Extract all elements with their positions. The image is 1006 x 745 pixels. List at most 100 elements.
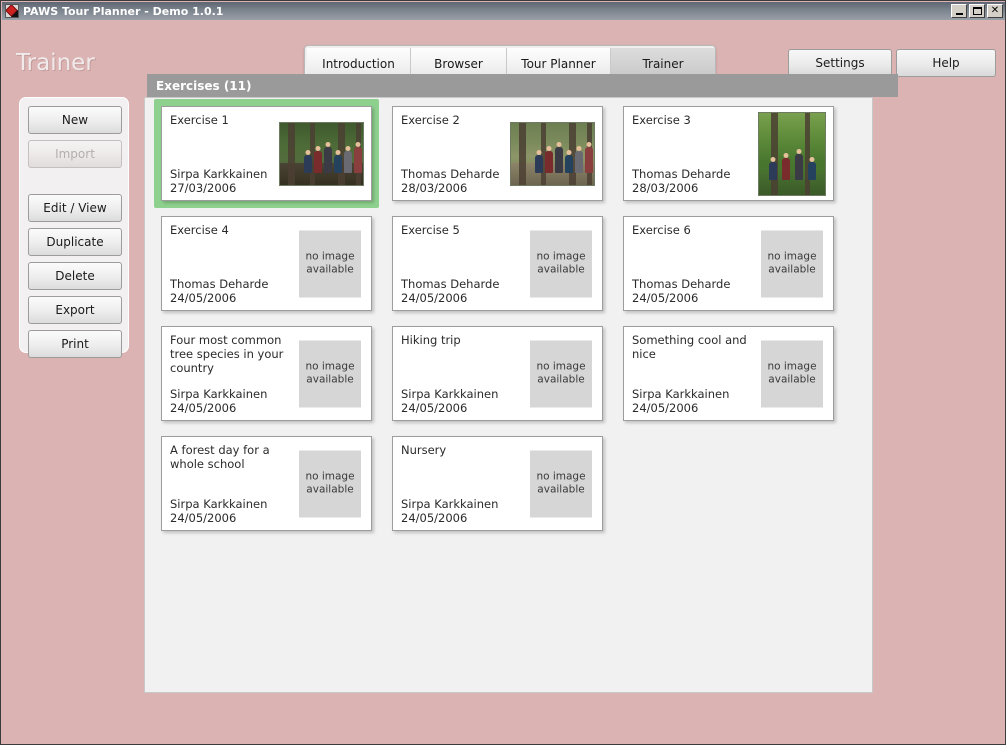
exercise-title: Exercise 1 <box>170 113 229 127</box>
photo-person <box>808 161 816 180</box>
sidebar-item-new[interactable]: New <box>28 106 122 134</box>
exercise-card[interactable]: Exercise 2 Thomas Deharde 28/03/2006 <box>392 106 603 201</box>
exercise-card[interactable]: Exercise 4 Thomas Deharde 24/05/2006 no ima… <box>161 216 372 311</box>
no-image-placeholder: no image available <box>758 337 826 410</box>
close-button[interactable]: ✕ <box>987 4 1003 18</box>
exercise-date: 28/03/2006 <box>401 181 468 195</box>
settings-button[interactable]: Settings <box>788 49 892 77</box>
exercise-thumbnail <box>510 121 595 186</box>
exercise-title: Hiking trip <box>401 333 461 347</box>
exercise-card-slot[interactable]: Exercise 5 Thomas Deharde 24/05/2006 no ima… <box>392 216 603 311</box>
sidebar-item-duplicate[interactable]: Duplicate <box>28 228 122 256</box>
no-image-label: no image available <box>305 250 355 276</box>
exercise-card[interactable]: Something cool and nice Sirpa Karkkainen 2… <box>623 326 834 421</box>
exercise-title: Exercise 4 <box>170 223 229 237</box>
exercise-author: Sirpa Karkkainen <box>170 387 268 401</box>
exercise-thumbnail: no image available <box>527 447 595 520</box>
section-header: Exercises (11) <box>147 74 898 97</box>
exercise-card[interactable]: Exercise 3 Thomas Deharde 28/03/2006 <box>623 106 834 201</box>
exercise-author: Thomas Deharde <box>401 167 500 181</box>
no-image-placeholder: no image available <box>296 337 364 410</box>
exercise-author: Thomas Deharde <box>632 277 731 291</box>
sidebar-item-print[interactable]: Print <box>28 330 122 358</box>
exercise-date: 27/03/2006 <box>170 181 237 195</box>
exercise-thumbnail <box>279 121 364 186</box>
help-button[interactable]: Help <box>896 49 996 77</box>
photo-person <box>324 147 332 174</box>
exercise-title: Exercise 3 <box>632 113 691 127</box>
exercise-card[interactable]: Hiking trip Sirpa Karkkainen 24/05/2006 no … <box>392 326 603 421</box>
sidebar-item-delete[interactable]: Delete <box>28 262 122 290</box>
photo-person <box>314 151 322 174</box>
no-image-label: no image available <box>536 360 586 386</box>
no-image-label: no image available <box>536 250 586 276</box>
app-diamond-icon <box>5 4 19 18</box>
sidebar: New Import Edit / View Duplicate Delete … <box>19 97 129 358</box>
exercise-card-slot[interactable]: Exercise 6 Thomas Deharde 24/05/2006 no ima… <box>623 216 834 311</box>
exercise-card[interactable]: Exercise 1 Sirpa Karkkainen 27/03/2006 <box>161 106 372 201</box>
exercise-title: A forest day for a whole school <box>170 443 270 471</box>
photo-person <box>354 147 362 174</box>
photo-person <box>585 147 593 174</box>
exercise-card-slot[interactable]: Exercise 1 Sirpa Karkkainen 27/03/2006 <box>154 99 379 208</box>
application-window: PAWS Tour Planner - Demo 1.0.1 ✕ Trainer… <box>0 0 1006 745</box>
exercise-card[interactable]: Four most common tree species in your co… <box>161 326 372 421</box>
exercise-card-slot[interactable]: Four most common tree species in your co… <box>161 326 372 421</box>
exercise-title: Something cool and nice <box>632 333 747 361</box>
maximize-button[interactable] <box>969 4 985 18</box>
exercise-card[interactable]: Nursery Sirpa Karkkainen 24/05/2006 no imag… <box>392 436 603 531</box>
exercise-card-slot[interactable]: Hiking trip Sirpa Karkkainen 24/05/2006 no … <box>392 326 603 421</box>
exercise-card[interactable]: Exercise 5 Thomas Deharde 24/05/2006 no ima… <box>392 216 603 311</box>
minimize-button[interactable] <box>951 4 967 18</box>
section-header-label: Exercises (11) <box>156 78 252 93</box>
minimize-icon <box>955 12 963 15</box>
exercise-title: Exercise 2 <box>401 113 460 127</box>
header-band: Trainer Introduction Browser Tour Planne… <box>2 20 1005 83</box>
page-title: Trainer <box>16 50 95 76</box>
photo-tree-trunk <box>771 112 778 195</box>
exercise-title: Exercise 5 <box>401 223 460 237</box>
photo-person <box>304 155 312 174</box>
exercise-card-slot[interactable]: A forest day for a whole school Sirpa Kar… <box>161 436 372 531</box>
no-image-placeholder: no image available <box>527 227 595 300</box>
exercise-date: 24/05/2006 <box>401 401 468 415</box>
exercise-thumbnail: no image available <box>527 227 595 300</box>
exercise-card[interactable]: A forest day for a whole school Sirpa Kar… <box>161 436 372 531</box>
no-image-label: no image available <box>305 470 355 496</box>
exercise-author: Sirpa Karkkainen <box>170 497 268 511</box>
exercise-date: 28/03/2006 <box>632 181 699 195</box>
title-bar: PAWS Tour Planner - Demo 1.0.1 ✕ <box>2 2 1005 20</box>
no-image-label: no image available <box>767 250 817 276</box>
exercise-card-slot[interactable]: Something cool and nice Sirpa Karkkainen 2… <box>623 326 834 421</box>
sidebar-item-import: Import <box>28 140 122 168</box>
photo-person <box>344 151 352 174</box>
exercise-thumbnail: no image available <box>296 447 364 520</box>
exercise-date: 24/05/2006 <box>401 291 468 305</box>
exercise-date: 24/05/2006 <box>632 401 699 415</box>
exercise-author: Sirpa Karkkainen <box>401 497 499 511</box>
exercise-date: 24/05/2006 <box>632 291 699 305</box>
window-footer <box>2 739 1005 743</box>
exercise-author: Thomas Deharde <box>632 167 731 181</box>
exercises-panel[interactable]: Exercise 1 Sirpa Karkkainen 27/03/2006 Exer… <box>144 97 873 693</box>
photo-person <box>545 151 553 174</box>
exercise-thumbnail: no image available <box>758 227 826 300</box>
exercise-card-slot[interactable]: Exercise 2 Thomas Deharde 28/03/2006 <box>392 106 603 201</box>
exercise-card-slot[interactable]: Exercise 3 Thomas Deharde 28/03/2006 <box>623 106 834 201</box>
exercise-author: Thomas Deharde <box>170 277 269 291</box>
sidebar-item-edit-view[interactable]: Edit / View <box>28 194 122 222</box>
exercise-card-slot[interactable]: Exercise 4 Thomas Deharde 24/05/2006 no ima… <box>161 216 372 311</box>
exercise-photo <box>758 111 826 196</box>
exercise-thumbnail: no image available <box>296 337 364 410</box>
exercise-author: Sirpa Karkkainen <box>401 387 499 401</box>
photo-person <box>575 151 583 174</box>
photo-person <box>769 161 777 180</box>
sidebar-item-export[interactable]: Export <box>28 296 122 324</box>
exercise-author: Sirpa Karkkainen <box>632 387 730 401</box>
exercise-card-slot[interactable]: Nursery Sirpa Karkkainen 24/05/2006 no imag… <box>392 436 603 531</box>
close-icon: ✕ <box>990 5 1000 16</box>
exercise-thumbnail: no image available <box>758 337 826 410</box>
no-image-placeholder: no image available <box>527 447 595 520</box>
exercise-card[interactable]: Exercise 6 Thomas Deharde 24/05/2006 no ima… <box>623 216 834 311</box>
no-image-placeholder: no image available <box>527 337 595 410</box>
